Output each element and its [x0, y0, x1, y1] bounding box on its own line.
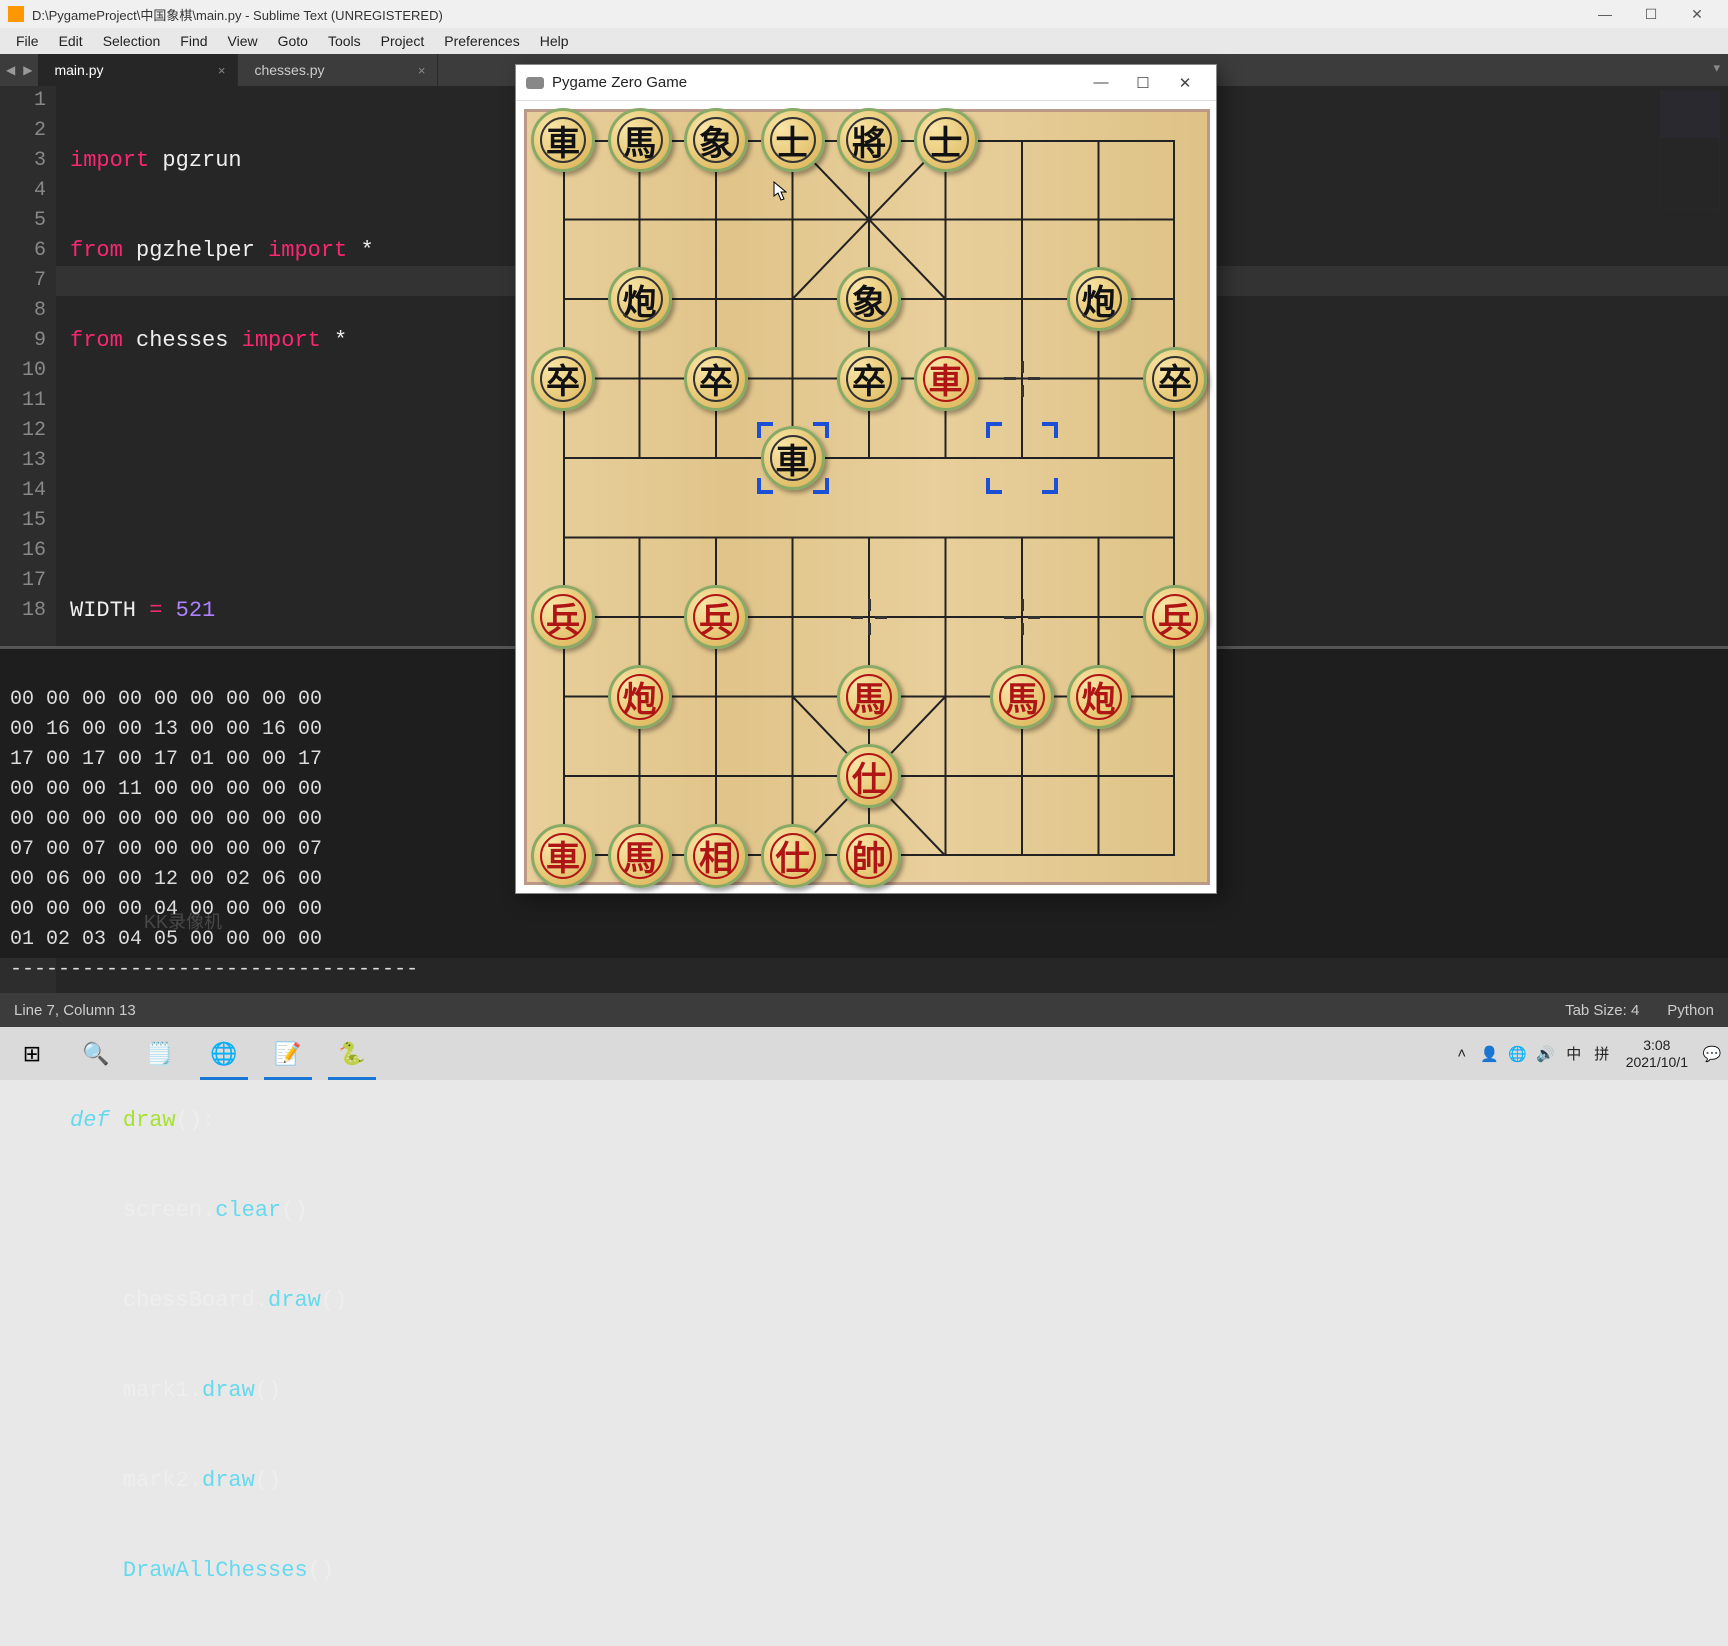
- minimap[interactable]: [1660, 90, 1720, 210]
- tray-network-icon[interactable]: 🌐: [1506, 1045, 1530, 1063]
- tab-label: main.py: [54, 62, 103, 78]
- position-marker-icon: [851, 599, 887, 635]
- task-sticky-notes[interactable]: 🗒️: [128, 1027, 192, 1080]
- tab-nav-fwd-icon[interactable]: ▶: [23, 63, 32, 77]
- console-line: 17 00 17 00 17 01 00 00 17: [10, 748, 322, 771]
- console-line: 00 16 00 00 13 00 00 16 00: [10, 718, 322, 741]
- mouse-cursor-icon: [773, 181, 787, 201]
- chess-piece[interactable]: 象: [684, 108, 748, 172]
- chess-piece[interactable]: 車: [531, 108, 595, 172]
- menu-project[interactable]: Project: [373, 31, 433, 51]
- tray-time: 3:08: [1626, 1037, 1688, 1054]
- windows-taskbar[interactable]: ⊞ 🔍 🗒️ 🌐 📝 🐍 ˄ 👤 🌐 🔊 中 拼 3:08 2021/10/1 …: [0, 1027, 1728, 1080]
- tray-overflow-icon[interactable]: ˄: [1450, 1045, 1474, 1062]
- chess-piece[interactable]: 士: [914, 108, 978, 172]
- pygame-window[interactable]: Pygame Zero Game — ☐ ✕: [515, 64, 1217, 894]
- menu-file[interactable]: File: [8, 31, 47, 51]
- task-pygame[interactable]: 🐍: [320, 1027, 384, 1080]
- statusbar: Line 7, Column 13 Tab Size: 4 Python: [0, 993, 1728, 1027]
- chess-piece[interactable]: 兵: [531, 585, 595, 649]
- tray-ime-lang[interactable]: 中: [1562, 1043, 1586, 1064]
- minimize-button[interactable]: —: [1582, 0, 1628, 28]
- menu-goto[interactable]: Goto: [270, 31, 316, 51]
- menu-selection[interactable]: Selection: [95, 31, 169, 51]
- chess-piece[interactable]: 士: [761, 108, 825, 172]
- selection-marker: [986, 422, 1058, 494]
- pygame-icon: [526, 77, 544, 89]
- tray-date: 2021/10/1: [1626, 1054, 1688, 1071]
- maximize-button[interactable]: ☐: [1628, 0, 1674, 28]
- tab-overflow-icon[interactable]: ▾: [1713, 60, 1720, 76]
- chess-piece[interactable]: 仕: [761, 824, 825, 888]
- tray-people-icon[interactable]: 👤: [1478, 1045, 1502, 1063]
- chess-piece[interactable]: 馬: [837, 665, 901, 729]
- menu-tools[interactable]: Tools: [320, 31, 369, 51]
- tray-notifications-icon[interactable]: 💬: [1700, 1045, 1724, 1063]
- chess-piece[interactable]: 炮: [1067, 267, 1131, 331]
- system-tray: ˄ 👤 🌐 🔊 中 拼 3:08 2021/10/1 💬: [1450, 1027, 1728, 1080]
- sublime-logo-icon: [8, 6, 24, 22]
- status-cursor-pos[interactable]: Line 7, Column 13: [14, 1002, 136, 1019]
- tray-clock[interactable]: 3:08 2021/10/1: [1618, 1037, 1696, 1071]
- recorder-watermark: KK录像机: [144, 908, 222, 934]
- console-line: 00 00 00 00 00 00 00 00 00: [10, 688, 322, 711]
- pygame-title: Pygame Zero Game: [552, 74, 687, 91]
- console-line: 00 00 00 11 00 00 00 00 00: [10, 778, 322, 801]
- sublime-titlebar[interactable]: D:\PygameProject\中国象棋\main.py - Sublime …: [0, 0, 1728, 28]
- task-chrome[interactable]: 🌐: [192, 1027, 256, 1080]
- console-line: 00 00 00 00 00 00 00 00 00: [10, 808, 322, 831]
- close-button[interactable]: ✕: [1674, 0, 1720, 28]
- pygame-titlebar[interactable]: Pygame Zero Game — ☐ ✕: [516, 65, 1216, 101]
- menu-find[interactable]: Find: [172, 31, 215, 51]
- console-line: 07 00 07 00 00 00 00 00 07: [10, 838, 322, 861]
- chess-piece[interactable]: 馬: [990, 665, 1054, 729]
- console-line: ----------------------------------: [10, 958, 418, 981]
- chess-piece[interactable]: 炮: [608, 267, 672, 331]
- pygame-maximize-button[interactable]: ☐: [1122, 74, 1164, 92]
- chess-piece[interactable]: 車: [914, 347, 978, 411]
- chess-piece[interactable]: 象: [837, 267, 901, 331]
- tab-chesses-py[interactable]: chesses.py ×: [238, 54, 438, 86]
- pygame-minimize-button[interactable]: —: [1080, 74, 1122, 91]
- chess-piece[interactable]: 馬: [608, 824, 672, 888]
- menu-help[interactable]: Help: [532, 31, 577, 51]
- tab-main-py[interactable]: main.py ×: [38, 54, 238, 86]
- status-language[interactable]: Python: [1667, 1002, 1714, 1019]
- chess-piece[interactable]: 仕: [837, 744, 901, 808]
- selection-marker: [757, 422, 829, 494]
- pygame-close-button[interactable]: ✕: [1164, 74, 1206, 92]
- chess-piece[interactable]: 卒: [837, 347, 901, 411]
- chess-piece[interactable]: 卒: [684, 347, 748, 411]
- menu-preferences[interactable]: Preferences: [436, 31, 527, 51]
- chess-piece[interactable]: 兵: [1143, 585, 1207, 649]
- task-sublime[interactable]: 📝: [256, 1027, 320, 1080]
- tab-close-icon[interactable]: ×: [418, 63, 426, 78]
- chess-piece[interactable]: 卒: [531, 347, 595, 411]
- chess-piece[interactable]: 將: [837, 108, 901, 172]
- search-button[interactable]: 🔍: [64, 1027, 128, 1080]
- tab-label: chesses.py: [254, 62, 324, 78]
- chess-board[interactable]: 車馬象士將士炮象炮卒卒卒卒車車兵兵兵炮馬馬炮仕車馬相仕帥: [524, 109, 1210, 885]
- chess-piece[interactable]: 車: [531, 824, 595, 888]
- start-button[interactable]: ⊞: [0, 1027, 64, 1080]
- chess-piece[interactable]: 馬: [608, 108, 672, 172]
- status-tab-size[interactable]: Tab Size: 4: [1565, 1002, 1639, 1019]
- window-title: D:\PygameProject\中国象棋\main.py - Sublime …: [32, 5, 443, 24]
- chess-piece[interactable]: 炮: [1067, 665, 1131, 729]
- menu-edit[interactable]: Edit: [51, 31, 91, 51]
- tab-close-icon[interactable]: ×: [218, 63, 226, 78]
- tab-nav-back-icon[interactable]: ◀: [6, 63, 15, 77]
- chess-piece[interactable]: 卒: [1143, 347, 1207, 411]
- menu-view[interactable]: View: [220, 31, 266, 51]
- chess-piece[interactable]: 炮: [608, 665, 672, 729]
- tray-volume-icon[interactable]: 🔊: [1534, 1045, 1558, 1063]
- chess-piece[interactable]: 相: [684, 824, 748, 888]
- tray-ime-mode[interactable]: 拼: [1590, 1043, 1614, 1064]
- console-line: 00 06 00 00 12 00 02 06 00: [10, 868, 322, 891]
- chess-piece[interactable]: 帥: [837, 824, 901, 888]
- chess-piece[interactable]: 兵: [684, 585, 748, 649]
- position-marker-icon: [1004, 361, 1040, 397]
- menubar: File Edit Selection Find View Goto Tools…: [0, 28, 1728, 54]
- position-marker-icon: [1004, 599, 1040, 635]
